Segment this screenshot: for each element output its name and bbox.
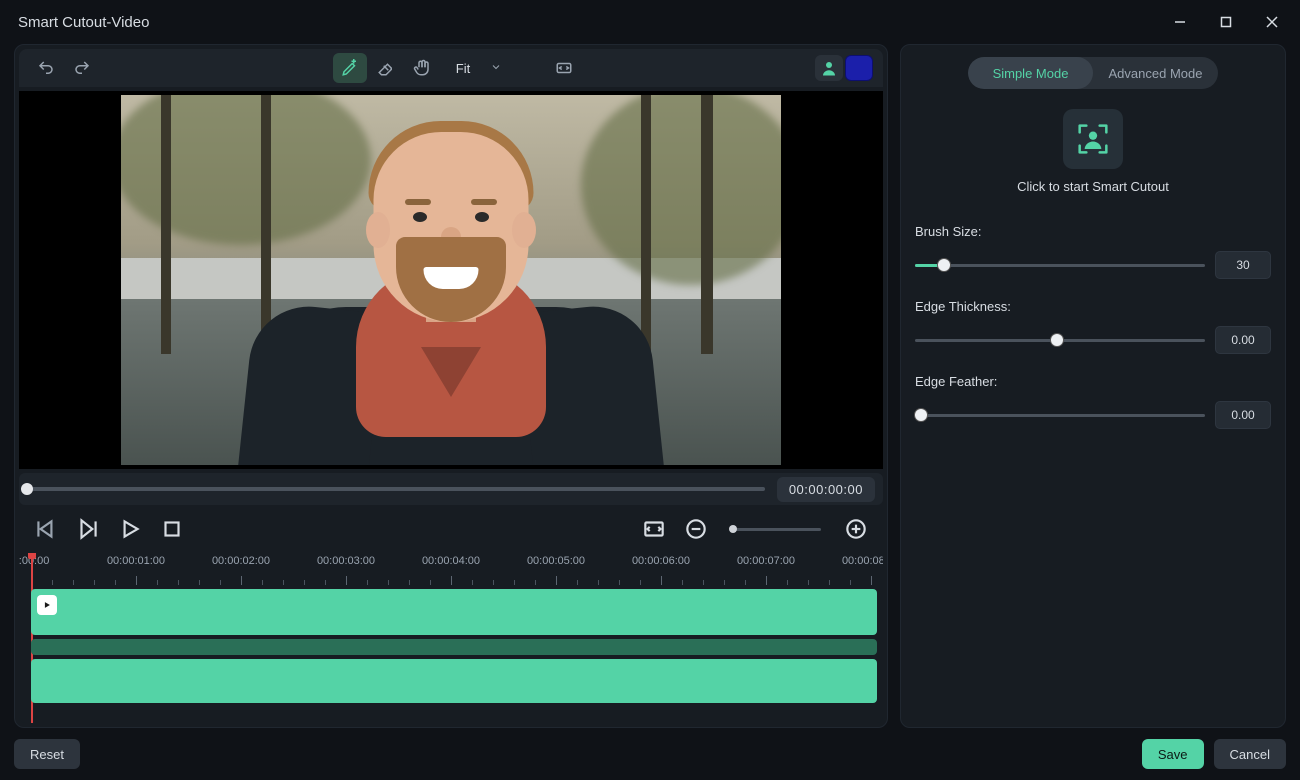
edge-thickness-thumb[interactable] (1051, 334, 1063, 346)
minimize-button[interactable] (1158, 6, 1202, 38)
close-button[interactable] (1250, 6, 1294, 38)
mode-simple-tab[interactable]: Simple Mode (968, 57, 1093, 89)
zoom-slider[interactable] (731, 528, 821, 531)
ruler-label: 00:00:04:00 (422, 555, 480, 567)
eraser-tool[interactable] (369, 53, 403, 83)
transport-bar (19, 509, 883, 549)
brush-size-thumb[interactable] (938, 259, 950, 271)
title-bar: Smart Cutout-Video (0, 0, 1300, 44)
ruler-label: 00:00:05:00 (527, 555, 585, 567)
seek-thumb[interactable] (21, 483, 33, 495)
pan-tool[interactable] (405, 53, 439, 83)
ruler-label: 00:00:01:00 (107, 555, 165, 567)
play-button[interactable] (117, 516, 143, 542)
zoom-mode-value: Fit (456, 61, 470, 76)
clip-play-icon (37, 595, 57, 615)
compare-toggle[interactable] (547, 53, 581, 83)
edge-feather-slider[interactable] (915, 414, 1205, 417)
save-button[interactable]: Save (1142, 739, 1204, 769)
foreground-person-toggle[interactable] (815, 55, 843, 81)
ruler-label: 00:00:03:00 (317, 555, 375, 567)
preview-image (121, 95, 781, 465)
footer-bar: Reset Save Cancel (0, 728, 1300, 780)
play-next-button[interactable] (75, 516, 101, 542)
zoom-in-button[interactable] (843, 516, 869, 542)
reset-button[interactable]: Reset (14, 739, 80, 769)
window-controls (1158, 6, 1294, 38)
background-color-swatch[interactable] (845, 55, 873, 81)
chevron-down-icon (490, 61, 502, 76)
timeline-ruler[interactable]: 0:00:0000:00:01:0000:00:02:0000:00:03:00… (19, 553, 883, 585)
step-back-button[interactable] (33, 516, 59, 542)
effect-track[interactable] (31, 639, 877, 655)
maximize-button[interactable] (1204, 6, 1248, 38)
start-smart-cutout-button[interactable] (1063, 109, 1123, 169)
zoom-mode-select[interactable]: Fit (441, 53, 513, 83)
window-title: Smart Cutout-Video (18, 14, 149, 31)
mode-switch: Simple Mode Advanced Mode (968, 57, 1218, 89)
stop-button[interactable] (159, 516, 185, 542)
start-caption: Click to start Smart Cutout (915, 179, 1271, 194)
edge-feather-param: Edge Feather: 0.00 (915, 374, 1271, 429)
ruler-label: 00:00:08:00 (842, 555, 883, 567)
seek-bar: 00:00:00:00 (19, 473, 883, 505)
ruler-label: 00:00:07:00 (737, 555, 795, 567)
timeline-tracks (31, 589, 877, 717)
brush-size-value[interactable]: 30 (1215, 251, 1271, 279)
video-clip[interactable] (31, 589, 877, 635)
ruler-label: 00:00:06:00 (632, 555, 690, 567)
side-panel: Simple Mode Advanced Mode Click to start… (900, 44, 1286, 728)
zoom-out-button[interactable] (683, 516, 709, 542)
undo-button[interactable] (29, 53, 63, 83)
editor-pane: Fit (14, 44, 888, 728)
seek-track[interactable] (27, 487, 765, 491)
zoom-slider-thumb[interactable] (729, 525, 737, 533)
audio-clip[interactable] (31, 659, 877, 703)
cancel-button[interactable]: Cancel (1214, 739, 1286, 769)
edge-feather-value[interactable]: 0.00 (1215, 401, 1271, 429)
timeline[interactable]: 0:00:0000:00:01:0000:00:02:0000:00:03:00… (19, 553, 883, 723)
edge-thickness-slider[interactable] (915, 339, 1205, 342)
redo-button[interactable] (65, 53, 99, 83)
edge-thickness-label: Edge Thickness: (915, 299, 1271, 314)
fit-screen-button[interactable] (641, 516, 667, 542)
brush-add-tool[interactable] (333, 53, 367, 83)
edge-thickness-param: Edge Thickness: 0.00 (915, 299, 1271, 354)
edge-feather-thumb[interactable] (915, 409, 927, 421)
brush-size-slider[interactable] (915, 264, 1205, 267)
edge-feather-label: Edge Feather: (915, 374, 1271, 389)
edge-thickness-value[interactable]: 0.00 (1215, 326, 1271, 354)
ruler-label: 00:00:02:00 (212, 555, 270, 567)
timecode-display: 00:00:00:00 (777, 477, 875, 502)
brush-size-param: Brush Size: 30 (915, 224, 1271, 279)
editor-toolbar: Fit (19, 49, 883, 87)
preview-viewport[interactable] (19, 91, 883, 469)
mode-advanced-tab[interactable]: Advanced Mode (1093, 57, 1218, 89)
brush-size-label: Brush Size: (915, 224, 1271, 239)
